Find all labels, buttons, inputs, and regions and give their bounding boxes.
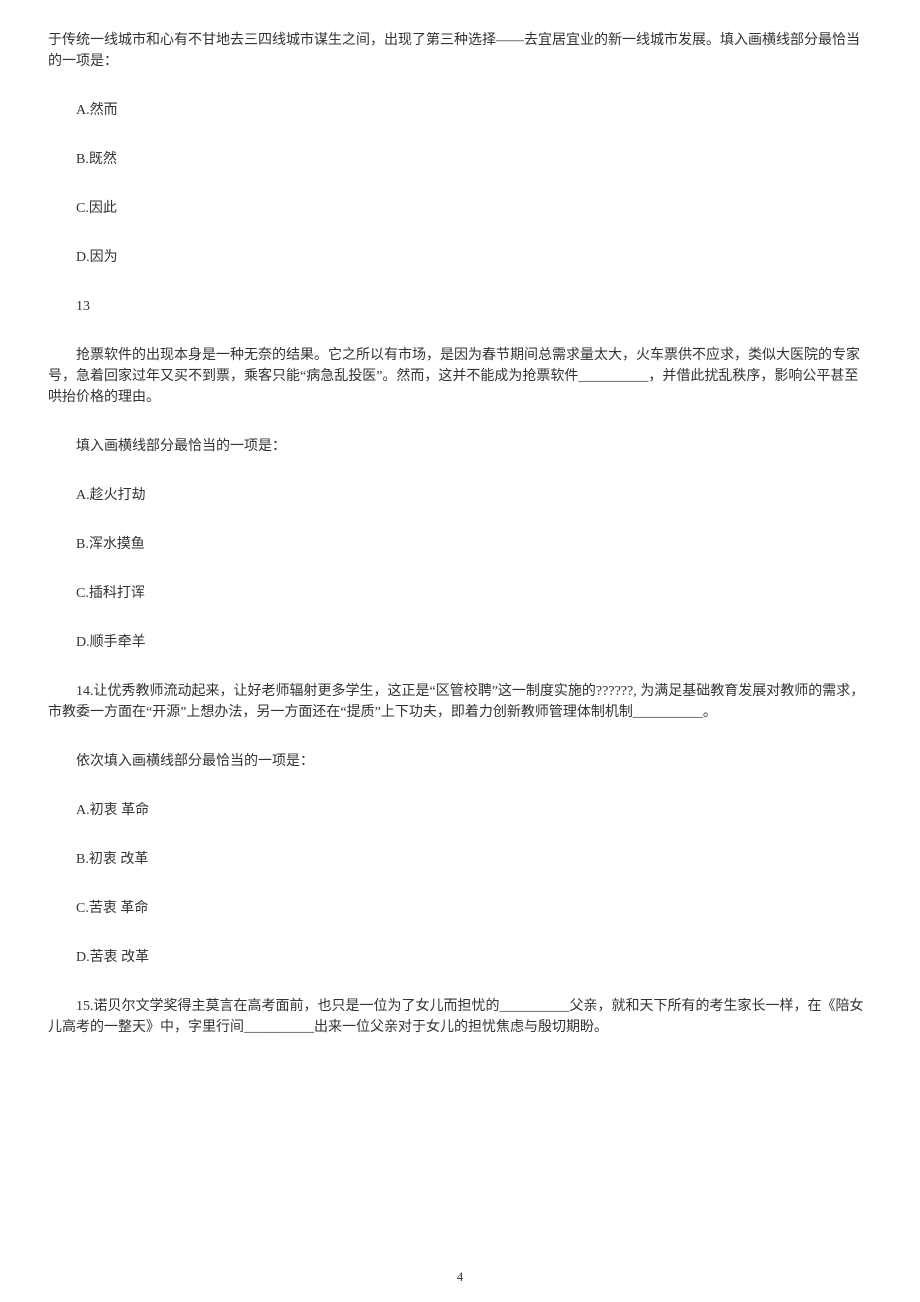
page-container: 于传统一线城市和心有不甘地去三四线城市谋生之间，出现了第三种选择——去宜居宜业的… (0, 0, 920, 1302)
q13-number: 13 (48, 296, 872, 317)
q14-instruction: 依次填入画横线部分最恰当的一项是： (48, 751, 872, 772)
q13-option-d: D.顺手牵羊 (48, 632, 872, 653)
page-number: 4 (0, 1267, 920, 1287)
q15-stem: 15.诺贝尔文学奖得主莫言在高考面前，也只是一位为了女儿而担忧的________… (48, 996, 872, 1038)
q14-option-b: B.初衷 改革 (48, 849, 872, 870)
q12-option-d: D.因为 (48, 247, 872, 268)
q12-option-a: A.然而 (48, 100, 872, 121)
q13-option-c: C.插科打诨 (48, 583, 872, 604)
q12-option-c: C.因此 (48, 198, 872, 219)
q12-option-b: B.既然 (48, 149, 872, 170)
q13-option-a: A.趁火打劫 (48, 485, 872, 506)
q13-option-b: B.浑水摸鱼 (48, 534, 872, 555)
q13-stem: 抢票软件的出现本身是一种无奈的结果。它之所以有市场，是因为春节期间总需求量太大，… (48, 345, 872, 408)
q14-option-d: D.苦衷 改革 (48, 947, 872, 968)
q14-option-a: A.初衷 革命 (48, 800, 872, 821)
q12-stem-continuation: 于传统一线城市和心有不甘地去三四线城市谋生之间，出现了第三种选择——去宜居宜业的… (48, 30, 872, 72)
q13-instruction: 填入画横线部分最恰当的一项是： (48, 436, 872, 457)
q14-option-c: C.苦衷 革命 (48, 898, 872, 919)
q14-stem: 14.让优秀教师流动起来，让好老师辐射更多学生，这正是“区管校聘”这一制度实施的… (48, 681, 872, 723)
